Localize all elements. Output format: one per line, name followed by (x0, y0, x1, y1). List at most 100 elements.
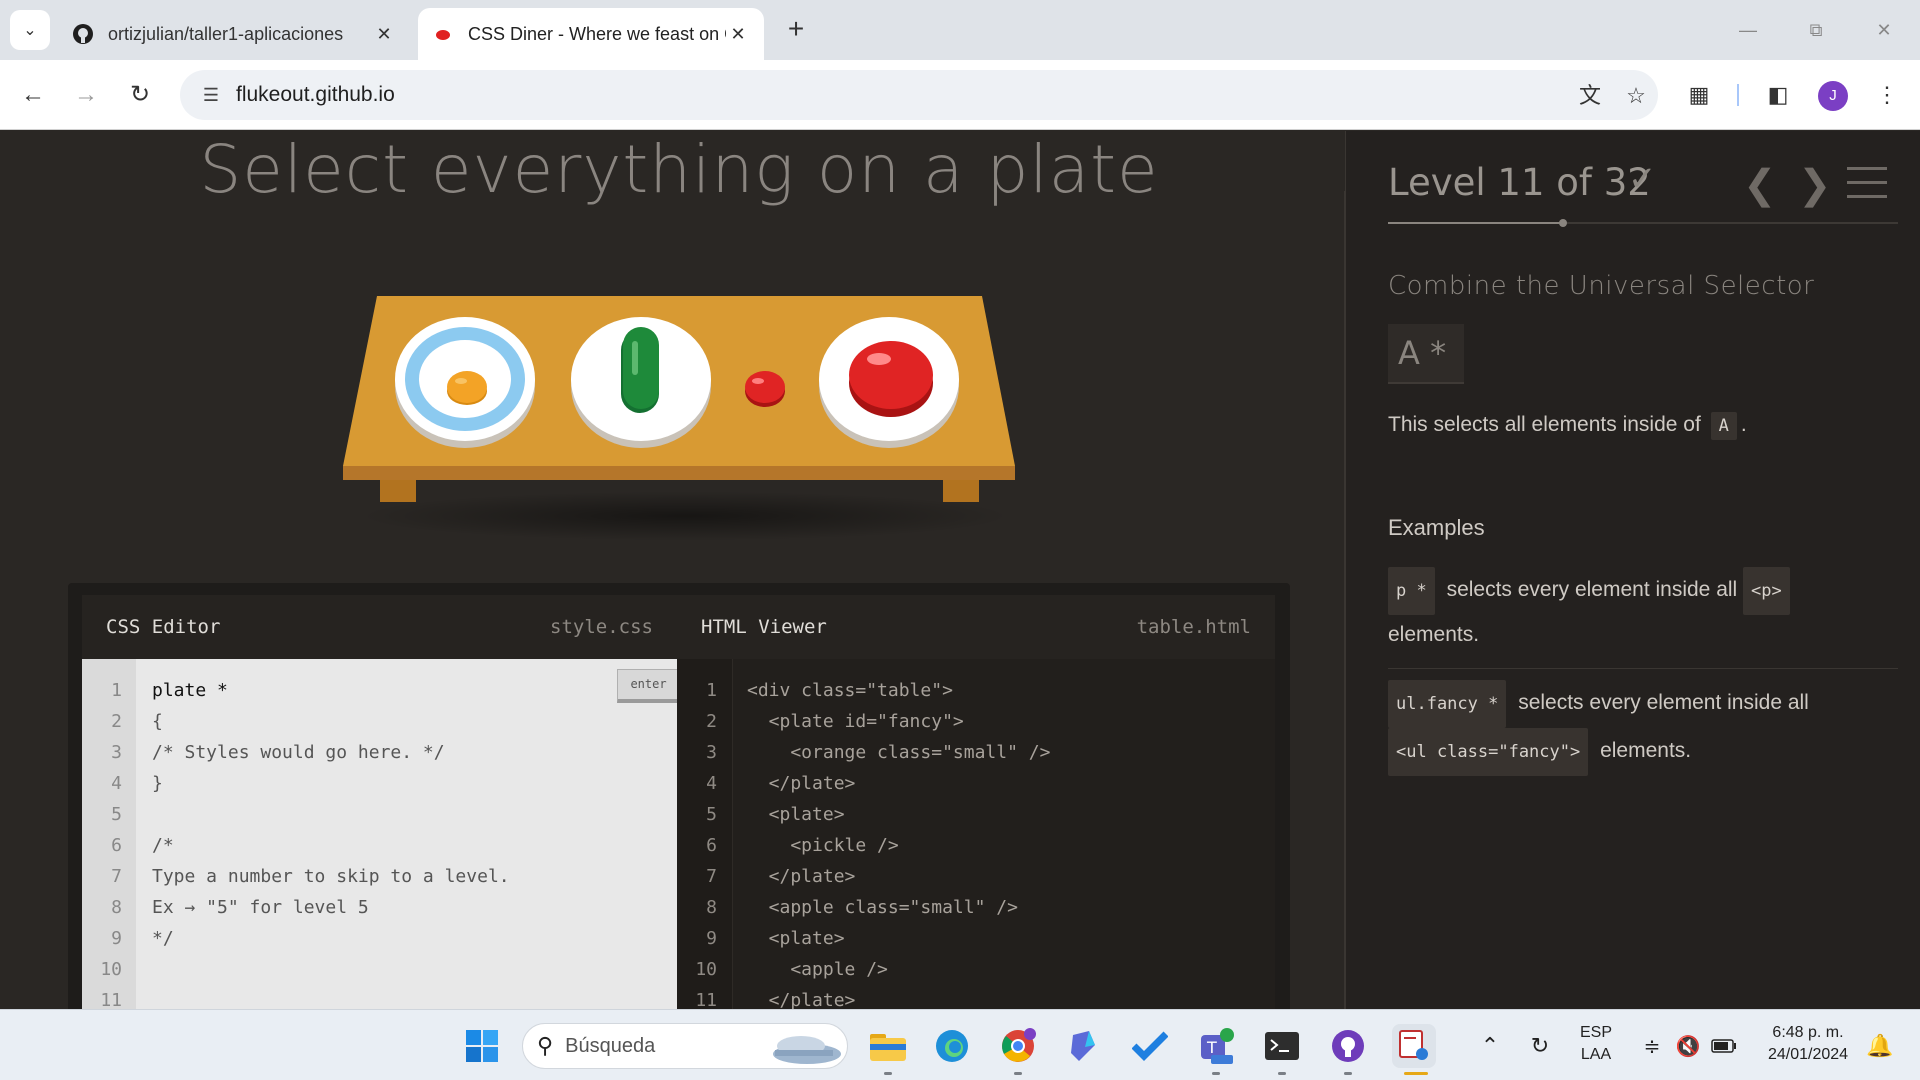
clock[interactable]: 6:48 p. m. 24/01/2024 (1752, 1022, 1864, 1066)
search-icon: ⚲ (537, 1033, 554, 1058)
code-line[interactable]: 6 <pickle /> (677, 830, 1275, 861)
level-progress-fill (1388, 222, 1563, 224)
address-bar[interactable]: ☰ flukeout.github.io 文 ☆ (180, 70, 1658, 120)
minimize-icon[interactable]: — (1728, 14, 1768, 46)
checkmark-icon: ✓ (1628, 160, 1657, 198)
todo-icon[interactable] (1128, 1024, 1172, 1068)
code-line: 6/* (111, 835, 174, 856)
code-line[interactable]: 5 <plate> (677, 799, 1275, 830)
code-line: 9 */ (111, 928, 174, 949)
app-running-indicator (1014, 1072, 1022, 1075)
svg-text:T: T (1206, 1038, 1217, 1057)
avatar[interactable]: J (1818, 81, 1848, 111)
selector-syntax: A * (1388, 324, 1464, 384)
code-line: 2{ (111, 711, 163, 732)
taskbar-search[interactable]: ⚲ Búsqueda (522, 1023, 848, 1069)
input-language[interactable]: ESP LAA (1575, 1022, 1617, 1066)
code-line: 10 (100, 959, 122, 980)
close-window-icon[interactable]: ✕ (1864, 14, 1904, 46)
pickle[interactable] (621, 327, 659, 413)
teams-icon[interactable]: T (1194, 1024, 1238, 1068)
code-line[interactable]: 2 <plate id="fancy"> (677, 706, 1275, 737)
selector-hint: This selects all elements inside of A. (1388, 412, 1747, 440)
code-line: 3/* Styles would go here. */ (111, 742, 445, 763)
level-menu-icon[interactable] (1847, 167, 1887, 199)
bookmark-star-icon[interactable]: ☆ (1620, 80, 1652, 112)
code-line[interactable]: 8 <apple class="small" /> (677, 892, 1275, 923)
css-editor-title: CSS Editor (106, 616, 221, 638)
code-line[interactable]: 7 </plate> (677, 861, 1275, 892)
css-editor[interactable]: 1 plate * 2{ 3/* Styles would go here. */… (82, 659, 680, 1009)
previous-level-icon[interactable]: ❮ (1743, 165, 1777, 205)
battery-icon[interactable] (1702, 1024, 1746, 1068)
chrome-icon[interactable] (996, 1024, 1040, 1068)
code-line: 8 Ex → "5" for level 5 (111, 897, 369, 918)
css-file-name: style.css (550, 616, 653, 638)
orange[interactable] (447, 371, 487, 405)
snipping-tool-icon[interactable] (1392, 1024, 1436, 1068)
close-tab-icon[interactable]: ✕ (372, 24, 396, 45)
side-panel-icon[interactable]: ◧ (1759, 76, 1797, 114)
back-arrow-icon[interactable]: ← (14, 76, 52, 114)
url-text[interactable]: flukeout.github.io (236, 83, 395, 107)
game-main: Select everything on a plate CSS Editor … (0, 131, 1345, 1009)
tab-css-diner[interactable]: CSS Diner - Where we feast on CSS Select… (418, 8, 764, 60)
code-tag: ul.fancy * (1388, 680, 1507, 728)
html-viewer-title: HTML Viewer (701, 616, 827, 638)
file-explorer-icon[interactable] (866, 1024, 910, 1068)
table-scene (335, 291, 1025, 541)
code-line: 11 (100, 990, 122, 1009)
app-running-indicator (1344, 1072, 1352, 1075)
tab-search-button[interactable]: ⌄ (10, 10, 50, 50)
app-active-indicator (1404, 1072, 1428, 1075)
reload-icon[interactable]: ↻ (121, 76, 159, 114)
apple-small[interactable] (745, 371, 785, 407)
chevron-up-icon[interactable]: ⌃ (1468, 1024, 1512, 1068)
css-diner-page: Select everything on a plate CSS Editor … (0, 131, 1920, 1009)
code-line[interactable]: 11 </plate> (677, 985, 1275, 1009)
restore-icon[interactable]: ⧉ (1796, 14, 1836, 46)
enter-button[interactable]: enter (617, 669, 680, 703)
notification-bell-icon[interactable]: 🔔 (1858, 1024, 1902, 1068)
extensions-puzzle-icon[interactable]: ▦ (1680, 76, 1718, 114)
new-tab-button[interactable]: + (780, 14, 812, 46)
css-editor-header: CSS Editor style.css (82, 595, 677, 659)
search-placeholder: Búsqueda (565, 1034, 656, 1057)
code-line[interactable]: 1 <div class="table"> (677, 675, 1275, 706)
code-line: 4} (111, 773, 163, 794)
html-viewer-header: HTML Viewer table.html (677, 595, 1275, 659)
code-line[interactable]: 4 </plate> (677, 768, 1275, 799)
code-line[interactable]: 3 <orange class="small" /> (677, 737, 1275, 768)
apple[interactable] (849, 341, 933, 417)
editor: CSS Editor style.css HTML Viewer table.h… (68, 583, 1290, 1009)
translate-icon[interactable]: 文 (1574, 80, 1606, 112)
html-viewer: 1 <div class="table"> 2 <plate id="fancy"… (677, 659, 1275, 1009)
forward-arrow-icon[interactable]: → (67, 76, 105, 114)
edge-icon[interactable] (930, 1024, 974, 1068)
browser-tab-bar: ⌄ ortizjulian/taller1-aplicaciones ✕ CSS… (0, 0, 1920, 60)
examples-title: Examples (1388, 515, 1485, 540)
next-level-icon[interactable]: ❯ (1798, 165, 1832, 205)
toolbar-divider (1737, 84, 1739, 106)
code-line: 7 Type a number to skip to a level. (111, 866, 510, 887)
tab-title: CSS Diner - Where we feast on CSS Select… (468, 23, 726, 44)
css-input[interactable]: plate * (152, 675, 228, 706)
github-desktop-icon[interactable] (1326, 1024, 1370, 1068)
browser-toolbar: ← → ↻ ☰ flukeout.github.io 文 ☆ ▦ ◧ J ⋮ (0, 60, 1920, 130)
sync-icon[interactable]: ↻ (1518, 1024, 1562, 1068)
copilot-icon[interactable] (1062, 1024, 1106, 1068)
level-title: Level 11 of 32 (1388, 161, 1651, 204)
table-shadow (355, 491, 1015, 541)
selector-name: Combine the Universal Selector (1388, 271, 1815, 301)
kebab-menu-icon[interactable]: ⋮ (1868, 76, 1906, 114)
windows-taskbar: ⚲ Búsqueda T ⌃ ↻ ESP LAA ≑ 🔇 6:48 p. m. … (0, 1009, 1920, 1080)
code-line[interactable]: 9 <plate> (677, 923, 1275, 954)
divider (1388, 668, 1898, 669)
app-running-indicator (1212, 1072, 1220, 1075)
close-tab-icon[interactable]: ✕ (726, 24, 750, 45)
windows-start-icon[interactable] (460, 1024, 504, 1068)
code-line[interactable]: 10 <apple /> (677, 954, 1275, 985)
tab-github[interactable]: ortizjulian/taller1-aplicaciones ✕ (58, 8, 410, 60)
site-info-icon[interactable]: ☰ (186, 85, 236, 106)
terminal-icon[interactable] (1260, 1024, 1304, 1068)
